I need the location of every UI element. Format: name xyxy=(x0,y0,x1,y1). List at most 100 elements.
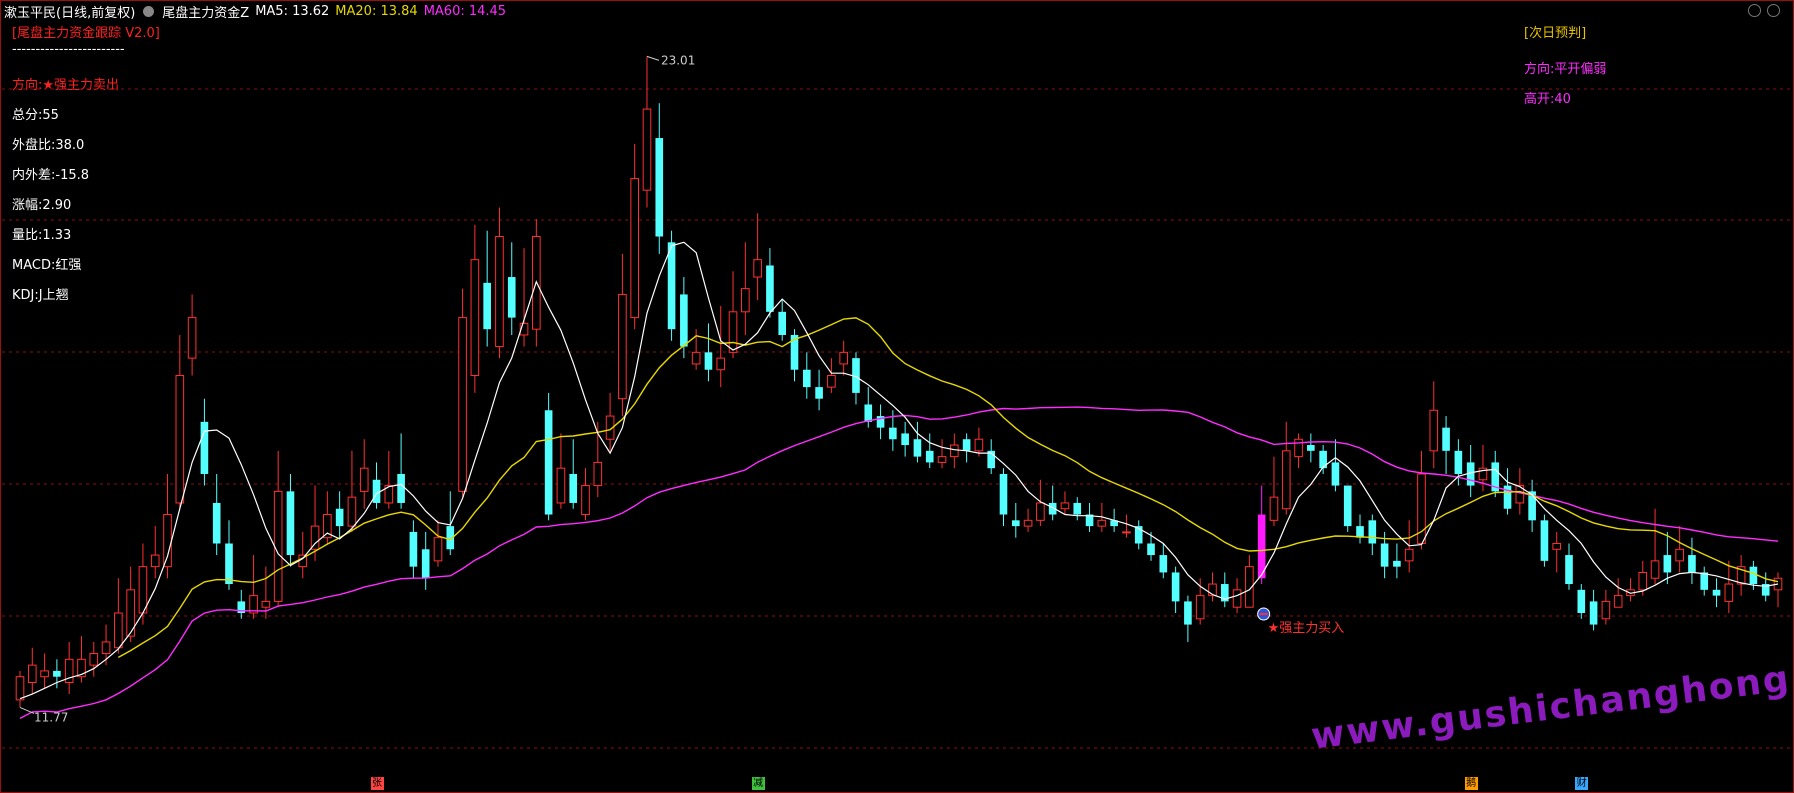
candle-body xyxy=(593,461,603,487)
candle-36 xyxy=(458,288,467,498)
candle-body xyxy=(1307,445,1315,451)
candle-body xyxy=(1638,571,1648,591)
candle-body xyxy=(1159,555,1168,573)
candle-body xyxy=(286,491,295,556)
candle-18 xyxy=(237,589,246,619)
candle-body xyxy=(766,265,774,312)
candle-body xyxy=(827,375,836,388)
candle-14 xyxy=(187,294,197,376)
candle-body xyxy=(458,317,467,492)
ma5-line xyxy=(19,241,1779,700)
candle-106 xyxy=(1319,445,1327,474)
candle-1 xyxy=(27,647,37,695)
candle-11 xyxy=(150,526,160,579)
candle-body xyxy=(1380,543,1389,567)
candle-body xyxy=(1700,572,1709,590)
candle-143 xyxy=(1773,572,1783,608)
candle-57 xyxy=(716,306,726,388)
candle-51 xyxy=(642,56,652,208)
candle-body xyxy=(101,641,111,655)
candle-128 xyxy=(1589,589,1598,631)
candle-body xyxy=(544,410,553,515)
candle-85 xyxy=(1060,491,1070,515)
candle-body xyxy=(630,178,639,319)
candle-0 xyxy=(15,670,25,708)
candle-34 xyxy=(433,520,443,567)
candle-body xyxy=(335,508,344,527)
candle-109 xyxy=(1356,514,1364,544)
candle-16 xyxy=(212,473,221,556)
candle-body xyxy=(1650,560,1660,579)
candle-body xyxy=(753,259,762,278)
candle-110 xyxy=(1368,514,1377,556)
candle-73 xyxy=(913,421,922,463)
candle-body xyxy=(1688,555,1696,573)
candle-21 xyxy=(273,450,283,608)
candle-body xyxy=(53,670,61,677)
candle-body xyxy=(40,670,49,678)
candle-body xyxy=(273,490,283,602)
news-marker-0[interactable]: 张 xyxy=(370,777,384,790)
candle-body xyxy=(347,496,357,527)
annotations: 23.01 11.77 ★强主力买入 xyxy=(19,53,1344,724)
candle-43 xyxy=(544,392,553,521)
candle-body xyxy=(1589,601,1598,625)
candle-131 xyxy=(1626,578,1635,602)
candle-body xyxy=(950,444,959,458)
candle-6 xyxy=(89,641,99,677)
candle-body xyxy=(569,473,578,503)
candle-26 xyxy=(335,491,344,538)
candle-body xyxy=(150,554,160,568)
candlestick-chart[interactable]: 23.01 11.77 ★强主力买入 xyxy=(0,0,1794,793)
candle-133 xyxy=(1650,508,1660,585)
candle-body xyxy=(1429,409,1439,452)
candle-100 xyxy=(1245,555,1254,608)
candle-body xyxy=(1663,555,1672,573)
candle-body xyxy=(581,485,590,516)
candle-15 xyxy=(200,398,209,486)
news-marker-1[interactable]: 减 xyxy=(751,777,765,790)
candle-body xyxy=(495,236,504,348)
candle-2 xyxy=(40,653,49,689)
candle-62 xyxy=(778,300,787,341)
candle-body xyxy=(1232,589,1242,608)
candle-body xyxy=(1060,502,1070,510)
candle-63 xyxy=(790,329,799,382)
candle-112 xyxy=(1393,543,1401,579)
candle-body xyxy=(421,549,430,579)
candle-body xyxy=(655,138,664,237)
candle-body xyxy=(716,357,726,371)
candle-40 xyxy=(507,242,516,335)
news-marker-3[interactable]: 财 xyxy=(1575,777,1589,790)
candle-77 xyxy=(962,433,971,463)
candle-102 xyxy=(1269,456,1279,527)
candle-body xyxy=(1331,462,1340,486)
candle-75 xyxy=(937,439,947,469)
ma60-line xyxy=(19,406,1779,720)
candle-58 xyxy=(728,271,738,359)
candle-91 xyxy=(1134,520,1143,550)
candle-body xyxy=(1147,543,1155,556)
candle-body xyxy=(187,317,197,359)
candle-body xyxy=(114,612,123,649)
candle-134 xyxy=(1663,531,1672,585)
candle-body xyxy=(1023,519,1033,527)
candle-39 xyxy=(495,207,504,359)
candle-74 xyxy=(925,433,934,469)
candle-48 xyxy=(605,392,615,451)
candle-30 xyxy=(384,450,394,509)
candle-body xyxy=(1073,502,1082,515)
candle-body xyxy=(691,351,701,365)
candle-body xyxy=(1343,485,1352,527)
news-marker-2[interactable]: 鹅 xyxy=(1464,777,1478,790)
candle-45 xyxy=(569,439,578,509)
candle-135 xyxy=(1675,526,1684,573)
candle-123 xyxy=(1528,479,1536,532)
candle-41 xyxy=(519,248,529,347)
candle-body xyxy=(163,514,172,568)
candle-body xyxy=(937,456,947,463)
candle-body xyxy=(815,387,823,399)
candle-66 xyxy=(827,358,836,393)
candle-body xyxy=(1356,526,1364,538)
candle-52 xyxy=(655,103,664,254)
